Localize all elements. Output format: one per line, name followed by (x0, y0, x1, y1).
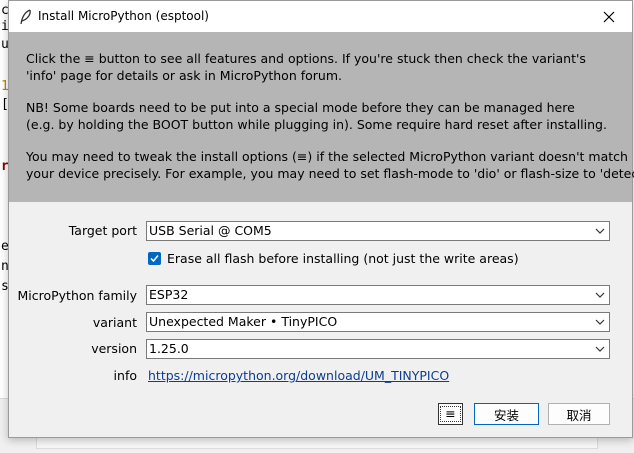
feather-icon (20, 9, 31, 25)
family-value: ESP32 (149, 287, 189, 302)
variant-label: variant (92, 315, 137, 330)
chevron-down-icon (595, 292, 605, 298)
info-box: Click the ≡ button to see all features a… (9, 32, 634, 202)
erase-flash-row[interactable]: Erase all flash before installing (not j… (146, 250, 519, 266)
variant-select[interactable]: Unexpected Maker • TinyPICO (146, 312, 610, 332)
info-paragraph: NB! Some boards need to be put into a sp… (26, 100, 607, 132)
cancel-button[interactable]: 取消 (548, 403, 610, 425)
version-value: 1.25.0 (149, 341, 189, 356)
info-paragraph: Click the ≡ button to see all features a… (26, 51, 586, 83)
version-select[interactable]: 1.25.0 (146, 339, 610, 359)
close-button[interactable] (586, 1, 632, 32)
variant-info-link[interactable]: https://micropython.org/download/UM_TINY… (148, 368, 449, 383)
chevron-down-icon (595, 346, 605, 352)
install-dialog: Install MicroPython (esptool) Click the … (8, 0, 634, 438)
target-port-label: Target port (68, 223, 137, 238)
family-label: MicroPython family (17, 288, 137, 303)
dialog-title: Install MicroPython (esptool) (38, 9, 209, 23)
target-port-select[interactable]: USB Serial @ COM5 (146, 221, 610, 241)
erase-flash-label: Erase all flash before installing (not j… (167, 250, 519, 266)
close-icon (603, 11, 615, 22)
options-menu-button[interactable]: ≡ (438, 403, 463, 425)
erase-flash-checkbox[interactable] (148, 251, 161, 265)
menu-icon: ≡ (440, 406, 461, 422)
variant-value: Unexpected Maker • TinyPICO (149, 314, 338, 329)
chevron-down-icon (595, 319, 605, 325)
checkmark-icon (150, 254, 159, 262)
chevron-down-icon (595, 228, 605, 234)
target-port-value: USB Serial @ COM5 (149, 223, 272, 238)
info-label: info (113, 368, 137, 383)
install-button[interactable]: 安装 (474, 403, 539, 425)
family-select[interactable]: ESP32 (146, 285, 610, 305)
version-label: version (91, 341, 137, 356)
info-paragraph: You may need to tweak the install option… (26, 149, 634, 181)
title-bar[interactable]: Install MicroPython (esptool) (9, 1, 632, 32)
